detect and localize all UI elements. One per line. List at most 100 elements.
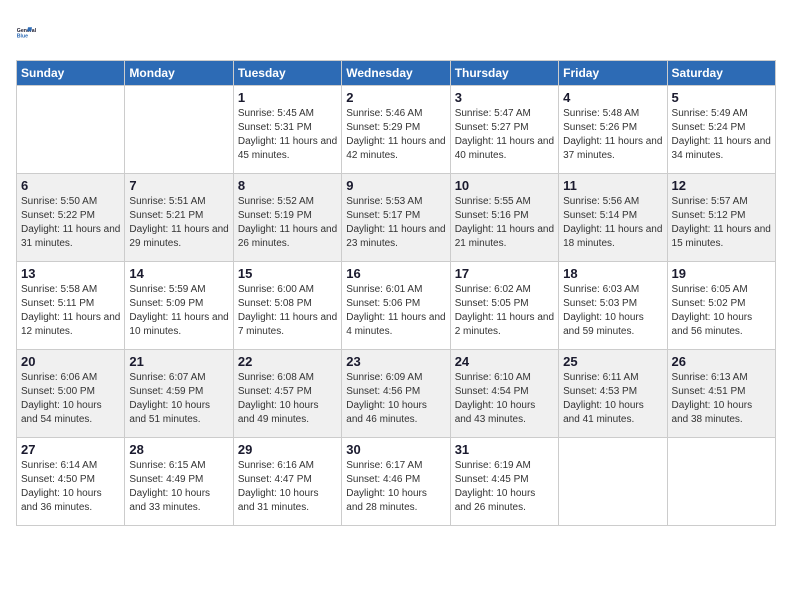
weekday-header-sunday: Sunday (17, 61, 125, 86)
calendar-cell: 17 Sunrise: 6:02 AM Sunset: 5:05 PM Dayli… (450, 262, 558, 350)
page-header: General Blue (16, 16, 776, 48)
day-number: 25 (563, 354, 662, 369)
day-info: Sunrise: 6:02 AM Sunset: 5:05 PM Dayligh… (455, 283, 554, 339)
calendar-cell: 28 Sunrise: 6:15 AM Sunset: 4:49 PM Dayli… (125, 438, 233, 526)
day-info: Sunrise: 6:16 AM Sunset: 4:47 PM Dayligh… (238, 459, 337, 515)
weekday-header-monday: Monday (125, 61, 233, 86)
calendar-cell: 2 Sunrise: 5:46 AM Sunset: 5:29 PM Daylig… (342, 86, 450, 174)
day-info: Sunrise: 5:49 AM Sunset: 5:24 PM Dayligh… (672, 107, 771, 163)
day-number: 12 (672, 178, 771, 193)
logo: General Blue (16, 16, 48, 48)
day-number: 22 (238, 354, 337, 369)
calendar-cell: 15 Sunrise: 6:00 AM Sunset: 5:08 PM Dayli… (233, 262, 341, 350)
day-info: Sunrise: 5:47 AM Sunset: 5:27 PM Dayligh… (455, 107, 554, 163)
day-info: Sunrise: 5:58 AM Sunset: 5:11 PM Dayligh… (21, 283, 120, 339)
calendar-cell: 6 Sunrise: 5:50 AM Sunset: 5:22 PM Daylig… (17, 174, 125, 262)
day-info: Sunrise: 5:48 AM Sunset: 5:26 PM Dayligh… (563, 107, 662, 163)
day-info: Sunrise: 6:19 AM Sunset: 4:45 PM Dayligh… (455, 459, 554, 515)
day-info: Sunrise: 5:55 AM Sunset: 5:16 PM Dayligh… (455, 195, 554, 251)
calendar-cell: 9Sunrise: 5:53 AM Sunset: 5:17 PM Daylig… (342, 174, 450, 262)
calendar-cell: 11Sunrise: 5:56 AM Sunset: 5:14 PM Dayli… (559, 174, 667, 262)
day-info: Sunrise: 6:14 AM Sunset: 4:50 PM Dayligh… (21, 459, 120, 515)
day-info: Sunrise: 5:50 AM Sunset: 5:22 PM Dayligh… (21, 195, 120, 251)
calendar-cell: 19Sunrise: 6:05 AM Sunset: 5:02 PM Dayli… (667, 262, 775, 350)
day-info: Sunrise: 6:10 AM Sunset: 4:54 PM Dayligh… (455, 371, 554, 427)
day-info: Sunrise: 5:51 AM Sunset: 5:21 PM Dayligh… (129, 195, 228, 251)
day-info: Sunrise: 5:56 AM Sunset: 5:14 PM Dayligh… (563, 195, 662, 251)
calendar-cell: 25 Sunrise: 6:11 AM Sunset: 4:53 PM Dayli… (559, 350, 667, 438)
calendar-cell: 12 Sunrise: 5:57 AM Sunset: 5:12 PM Dayli… (667, 174, 775, 262)
day-number: 26 (672, 354, 771, 369)
calendar-cell: 10 Sunrise: 5:55 AM Sunset: 5:16 PM Dayli… (450, 174, 558, 262)
day-number: 1 (238, 90, 337, 105)
svg-text:General: General (17, 28, 37, 34)
day-number: 20 (21, 354, 120, 369)
day-info: Sunrise: 5:45 AM Sunset: 5:31 PM Dayligh… (238, 107, 337, 163)
calendar-week-1: 1 Sunrise: 5:45 AM Sunset: 5:31 PM Daylig… (17, 86, 776, 174)
calendar-cell: 22 Sunrise: 6:08 AM Sunset: 4:57 PM Dayli… (233, 350, 341, 438)
day-info: Sunrise: 5:46 AM Sunset: 5:29 PM Dayligh… (346, 107, 445, 163)
calendar-cell: 18 Sunrise: 6:03 AM Sunset: 5:03 PM Dayli… (559, 262, 667, 350)
calendar-cell: 14Sunrise: 5:59 AM Sunset: 5:09 PM Dayli… (125, 262, 233, 350)
day-number: 31 (455, 442, 554, 457)
calendar-cell: 30 Sunrise: 6:17 AM Sunset: 4:46 PM Dayli… (342, 438, 450, 526)
calendar-body: 1 Sunrise: 5:45 AM Sunset: 5:31 PM Daylig… (17, 86, 776, 526)
calendar-cell: 20Sunrise: 6:06 AM Sunset: 5:00 PM Dayli… (17, 350, 125, 438)
day-number: 29 (238, 442, 337, 457)
day-number: 19 (672, 266, 771, 281)
day-number: 28 (129, 442, 228, 457)
day-info: Sunrise: 6:09 AM Sunset: 4:56 PM Dayligh… (346, 371, 445, 427)
svg-text:Blue: Blue (17, 34, 28, 40)
weekday-header-thursday: Thursday (450, 61, 558, 86)
day-number: 21 (129, 354, 228, 369)
calendar-cell: 24Sunrise: 6:10 AM Sunset: 4:54 PM Dayli… (450, 350, 558, 438)
day-number: 10 (455, 178, 554, 193)
day-number: 2 (346, 90, 445, 105)
weekday-header-tuesday: Tuesday (233, 61, 341, 86)
day-number: 13 (21, 266, 120, 281)
day-number: 18 (563, 266, 662, 281)
day-info: Sunrise: 6:03 AM Sunset: 5:03 PM Dayligh… (563, 283, 662, 339)
calendar-week-4: 20Sunrise: 6:06 AM Sunset: 5:00 PM Dayli… (17, 350, 776, 438)
weekday-header-friday: Friday (559, 61, 667, 86)
calendar-cell: 23 Sunrise: 6:09 AM Sunset: 4:56 PM Dayli… (342, 350, 450, 438)
calendar-cell: 3 Sunrise: 5:47 AM Sunset: 5:27 PM Daylig… (450, 86, 558, 174)
day-info: Sunrise: 6:17 AM Sunset: 4:46 PM Dayligh… (346, 459, 445, 515)
day-number: 6 (21, 178, 120, 193)
weekday-header-saturday: Saturday (667, 61, 775, 86)
day-info: Sunrise: 6:07 AM Sunset: 4:59 PM Dayligh… (129, 371, 228, 427)
calendar-cell (559, 438, 667, 526)
day-info: Sunrise: 6:00 AM Sunset: 5:08 PM Dayligh… (238, 283, 337, 339)
calendar-cell: 8 Sunrise: 5:52 AM Sunset: 5:19 PM Daylig… (233, 174, 341, 262)
day-number: 23 (346, 354, 445, 369)
day-number: 30 (346, 442, 445, 457)
calendar-cell: 7Sunrise: 5:51 AM Sunset: 5:21 PM Daylig… (125, 174, 233, 262)
day-number: 8 (238, 178, 337, 193)
day-number: 17 (455, 266, 554, 281)
day-number: 9 (346, 178, 445, 193)
calendar-cell: 4Sunrise: 5:48 AM Sunset: 5:26 PM Daylig… (559, 86, 667, 174)
calendar-cell (667, 438, 775, 526)
calendar-week-5: 27 Sunrise: 6:14 AM Sunset: 4:50 PM Dayli… (17, 438, 776, 526)
calendar-week-3: 13 Sunrise: 5:58 AM Sunset: 5:11 PM Dayli… (17, 262, 776, 350)
calendar-cell (125, 86, 233, 174)
day-info: Sunrise: 6:11 AM Sunset: 4:53 PM Dayligh… (563, 371, 662, 427)
day-info: Sunrise: 6:08 AM Sunset: 4:57 PM Dayligh… (238, 371, 337, 427)
day-info: Sunrise: 6:15 AM Sunset: 4:49 PM Dayligh… (129, 459, 228, 515)
calendar-cell: 5 Sunrise: 5:49 AM Sunset: 5:24 PM Daylig… (667, 86, 775, 174)
logo-icon: General Blue (16, 16, 48, 48)
calendar-week-2: 6 Sunrise: 5:50 AM Sunset: 5:22 PM Daylig… (17, 174, 776, 262)
calendar-cell: 21 Sunrise: 6:07 AM Sunset: 4:59 PM Dayli… (125, 350, 233, 438)
calendar-cell: 16Sunrise: 6:01 AM Sunset: 5:06 PM Dayli… (342, 262, 450, 350)
day-info: Sunrise: 5:57 AM Sunset: 5:12 PM Dayligh… (672, 195, 771, 251)
day-number: 15 (238, 266, 337, 281)
calendar-cell: 13 Sunrise: 5:58 AM Sunset: 5:11 PM Dayli… (17, 262, 125, 350)
day-info: Sunrise: 5:52 AM Sunset: 5:19 PM Dayligh… (238, 195, 337, 251)
day-number: 27 (21, 442, 120, 457)
weekday-header-wednesday: Wednesday (342, 61, 450, 86)
day-info: Sunrise: 6:13 AM Sunset: 4:51 PM Dayligh… (672, 371, 771, 427)
day-number: 5 (672, 90, 771, 105)
day-number: 3 (455, 90, 554, 105)
day-number: 16 (346, 266, 445, 281)
calendar-cell: 31 Sunrise: 6:19 AM Sunset: 4:45 PM Dayli… (450, 438, 558, 526)
